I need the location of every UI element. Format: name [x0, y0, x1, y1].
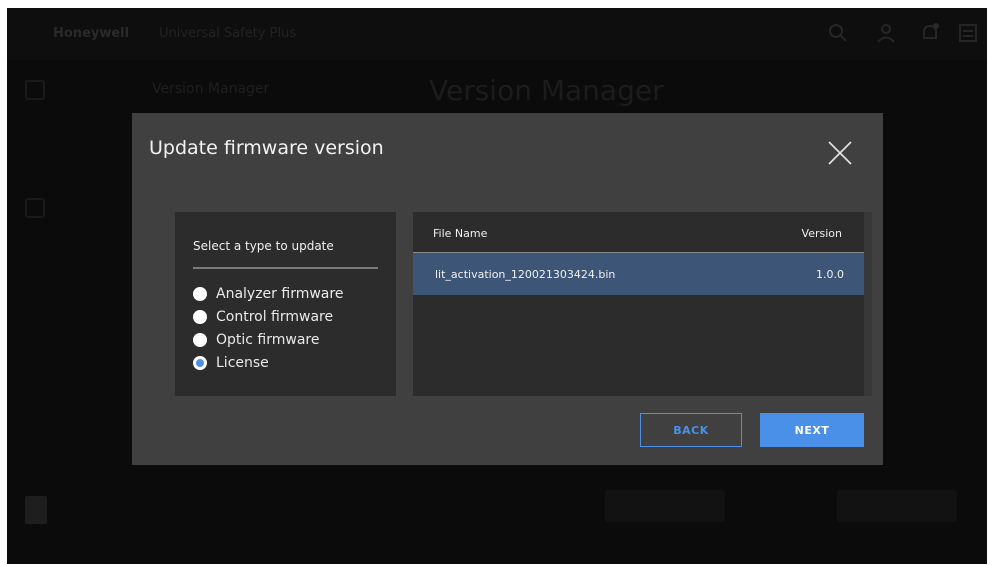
scrollbar[interactable] [864, 212, 872, 396]
radio-button-selected[interactable] [193, 356, 207, 370]
file-name-cell: lit_activation_120021303424.bin [435, 268, 616, 281]
app-screen: Honeywell Universal Safety Plus Version … [7, 8, 987, 564]
type-heading: Select a type to update [193, 239, 334, 253]
divider [193, 267, 378, 269]
radio-optic-firmware[interactable]: Optic firmware [193, 329, 320, 351]
dialog-title: Update firmware version [149, 137, 384, 159]
file-table: File Name Version lit_activation_1200213… [413, 212, 872, 396]
column-header-version: Version [801, 227, 842, 240]
radio-label: Analyzer firmware [216, 286, 344, 302]
radio-label: Control firmware [216, 309, 334, 325]
radio-license[interactable]: License [193, 352, 269, 374]
back-button[interactable]: BACK [640, 413, 742, 447]
radio-button[interactable] [193, 310, 207, 324]
radio-label: Optic firmware [216, 332, 320, 348]
version-cell: 1.0.0 [816, 268, 844, 281]
breadcrumb: Version Manager [152, 81, 270, 97]
top-bar: Honeywell Universal Safety Plus [7, 8, 987, 60]
next-button[interactable]: NEXT [760, 413, 864, 447]
radio-control-firmware[interactable]: Control firmware [193, 306, 333, 328]
page-title: Version Manager [429, 74, 664, 107]
background-button-left [605, 490, 725, 522]
update-firmware-dialog: Update firmware version Select a type to… [132, 113, 883, 465]
user-icon[interactable] [875, 22, 897, 44]
file-icon [25, 496, 47, 524]
sidebar-settings-icon[interactable] [25, 198, 45, 218]
menu-icon[interactable] [957, 22, 979, 44]
table-row[interactable]: lit_activation_120021303424.bin 1.0.0 [413, 253, 864, 295]
radio-analyzer-firmware[interactable]: Analyzer firmware [193, 283, 343, 305]
sidebar-home-icon[interactable] [25, 80, 45, 100]
radio-button[interactable] [193, 333, 207, 347]
type-selection-panel: Select a type to update Analyzer firmwar… [175, 212, 396, 396]
close-icon[interactable] [824, 137, 856, 169]
background-button-right [837, 490, 957, 522]
column-header-file-name: File Name [433, 227, 488, 240]
notification-bell-icon[interactable] [919, 22, 941, 44]
radio-button[interactable] [193, 287, 207, 301]
brand-logo: Honeywell [53, 26, 130, 41]
search-icon[interactable] [827, 22, 849, 44]
table-header: File Name Version [413, 212, 864, 253]
radio-label: License [216, 355, 269, 371]
app-title: Universal Safety Plus [159, 26, 297, 41]
